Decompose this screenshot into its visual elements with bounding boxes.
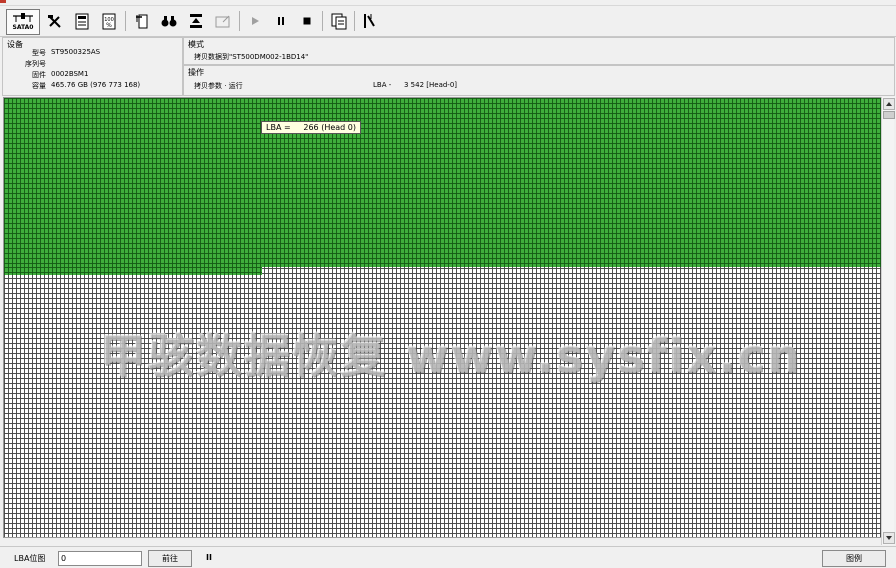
copy-button[interactable] xyxy=(185,9,207,33)
copy-icon xyxy=(190,13,202,28)
model-value: ST9500325AS xyxy=(51,48,101,56)
chevron-down-icon xyxy=(886,536,892,540)
goto-button[interactable]: 前往 xyxy=(148,550,192,567)
legend-button[interactable]: 图例 xyxy=(822,550,886,567)
pause-icon xyxy=(278,17,284,25)
firmware-value: 0002BSM1 xyxy=(51,70,89,78)
pause-button[interactable] xyxy=(270,9,292,33)
open-icon xyxy=(215,15,230,27)
sata0-label: SATA0 xyxy=(12,24,34,31)
watermark: 甲骇数据恢复 www.sysfix.cn xyxy=(100,329,802,383)
app-icon xyxy=(0,0,6,3)
status-bar: LBA位图 0 前往 II 图例 xyxy=(0,546,896,568)
play-icon xyxy=(252,17,259,25)
firmware-label: 固件 xyxy=(32,71,46,79)
capacity-label: 容量 xyxy=(32,82,46,90)
vertical-scrollbar[interactable] xyxy=(881,97,895,545)
copy-log-button[interactable] xyxy=(328,9,350,33)
sector-grid-done-partial xyxy=(4,267,262,275)
toolbar-separator xyxy=(322,11,323,31)
capacity-value: 465.76 GB (976 773 168) xyxy=(51,81,141,89)
wrench-hammer-icon xyxy=(48,15,61,28)
play-button[interactable] xyxy=(244,9,266,33)
serial-label: 序列号 xyxy=(25,60,46,68)
model-label: 型号 xyxy=(32,49,46,57)
parallel-icon xyxy=(364,14,375,28)
operation-value: 拷贝参数 · 运行 xyxy=(194,82,243,90)
scroll-up-arrow[interactable] xyxy=(883,98,895,110)
toolbar: SATA0 100% xyxy=(0,6,896,37)
lba-value: 3 542 [Head-0] xyxy=(404,81,458,89)
svg-text:%: % xyxy=(106,22,112,29)
mode-value: 拷贝数据到"ST500DM002-1BD14" xyxy=(194,53,309,61)
scroll-thumb[interactable] xyxy=(883,111,895,119)
toolbar-separator xyxy=(354,11,355,31)
pause-indicator[interactable]: II xyxy=(206,553,212,562)
parallel-button[interactable] xyxy=(358,9,380,33)
sata0-button[interactable]: SATA0 xyxy=(6,9,40,35)
lba-label: LBA - xyxy=(373,81,392,89)
file-tools-icon xyxy=(136,14,148,28)
lba-input[interactable]: 0 xyxy=(58,551,142,566)
open-button[interactable] xyxy=(212,9,234,33)
operation-title: 操作 xyxy=(188,68,204,77)
percent-button[interactable]: 100% xyxy=(98,9,120,33)
operation-panel: 操作 拷贝参数 · 运行 LBA - 3 542 [Head-0] xyxy=(183,65,895,96)
toolbar-separator xyxy=(239,11,240,31)
sector-map[interactable] xyxy=(3,97,882,538)
sector-grid-done xyxy=(4,98,881,267)
chevron-up-icon xyxy=(886,102,892,106)
tools-button[interactable] xyxy=(44,9,66,33)
binoculars-icon xyxy=(161,16,177,27)
log-icon xyxy=(331,13,347,29)
lba-pos-label: LBA位图 xyxy=(14,554,46,563)
search-button[interactable] xyxy=(158,9,180,33)
scroll-down-arrow[interactable] xyxy=(883,532,895,544)
toolbar-separator xyxy=(125,11,126,31)
mode-title: 模式 xyxy=(188,40,204,49)
sector-info-button[interactable] xyxy=(71,9,93,33)
stop-icon xyxy=(303,17,311,25)
document-icon xyxy=(75,13,89,29)
device-panel: 设备 型号 ST9500325AS 序列号 固件 0002BSM1 容量 465… xyxy=(2,37,183,96)
drive-icon xyxy=(13,13,33,22)
percent-icon: 100% xyxy=(102,13,116,29)
file-tools-button[interactable] xyxy=(131,9,153,33)
lba-tooltip: LBA = 266 (Head 0) xyxy=(261,121,361,134)
stop-button[interactable] xyxy=(296,9,318,33)
mode-panel: 模式 拷贝数据到"ST500DM002-1BD14" xyxy=(183,37,895,65)
